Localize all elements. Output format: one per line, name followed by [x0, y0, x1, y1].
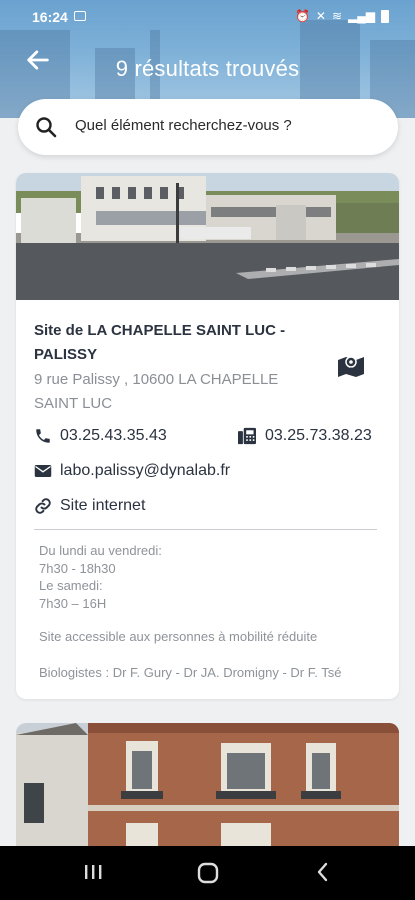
home-button[interactable] [196, 861, 220, 890]
status-icons: ⏰ ✕ ≋ ▂▄▆ [295, 9, 389, 23]
signal-icon: ▂▄▆ [348, 9, 375, 23]
email-address[interactable]: labo.palissy@dynalab.fr [60, 462, 230, 480]
weekdays-label: Du lundi au vendredi: [39, 543, 162, 558]
status-time: 16:24 [32, 9, 68, 25]
back-button[interactable] [314, 861, 332, 888]
site-photo [16, 173, 399, 300]
site-photo [16, 723, 399, 848]
fax-row[interactable]: 03.25.73.38.23 [237, 427, 372, 445]
fax-number[interactable]: 03.25.73.38.23 [265, 427, 372, 445]
accessibility-info: Site accessible aux personnes à mobilité… [39, 629, 318, 644]
system-navigation-bar [0, 846, 415, 900]
result-card[interactable]: Site de LA CHAPELLE SAINT LUC - PALISSY … [16, 173, 399, 699]
recent-apps-icon [85, 865, 102, 879]
mute-icon: ✕ [315, 9, 326, 23]
map-marker-icon[interactable] [336, 353, 366, 379]
wifi-icon: ≋ [331, 9, 343, 23]
website-link[interactable]: Site internet [60, 497, 145, 515]
recent-apps-button[interactable] [83, 861, 103, 888]
phone-row[interactable]: 03.25.43.35.43 [34, 427, 167, 445]
saturday-hours: 7h30 – 16H [39, 595, 107, 611]
result-card[interactable] [16, 723, 399, 848]
phone-icon [36, 429, 50, 443]
divider [34, 529, 377, 530]
link-icon [35, 498, 51, 514]
page-title: 9 résultats trouvés [115, 56, 300, 81]
battery-icon [381, 9, 389, 23]
alarm-icon: ⏰ [294, 9, 310, 23]
website-row[interactable]: Site internet [34, 497, 145, 515]
search-bar[interactable]: Quel élément recherchez-vous ? [18, 99, 398, 155]
opening-hours: Du lundi au vendredi: 7h30 - 18h30 Le sa… [39, 542, 162, 612]
envelope-icon [34, 465, 52, 477]
search-input[interactable]: Quel élément recherchez-vous ? [75, 117, 292, 134]
site-name: Site de LA CHAPELLE SAINT LUC - PALISSY [34, 322, 286, 363]
search-icon [36, 117, 57, 138]
status-bar: 16:24 ⏰ ✕ ≋ ▂▄▆ [0, 0, 415, 34]
fax-icon [238, 427, 256, 445]
home-icon [197, 862, 219, 884]
email-row[interactable]: labo.palissy@dynalab.fr [34, 462, 230, 480]
site-address: 9 rue Palissy , 10600 LA CHAPELLE SAINT … [34, 371, 279, 412]
image-notification-icon [74, 11, 86, 21]
weekdays-hours: 7h30 - 18h30 [39, 560, 116, 576]
phone-number[interactable]: 03.25.43.35.43 [60, 427, 167, 445]
saturday-label: Le samedi: [39, 578, 103, 593]
biologists-info: Biologistes : Dr F. Gury - Dr JA. Dromig… [39, 665, 342, 680]
chevron-left-icon [317, 862, 328, 882]
